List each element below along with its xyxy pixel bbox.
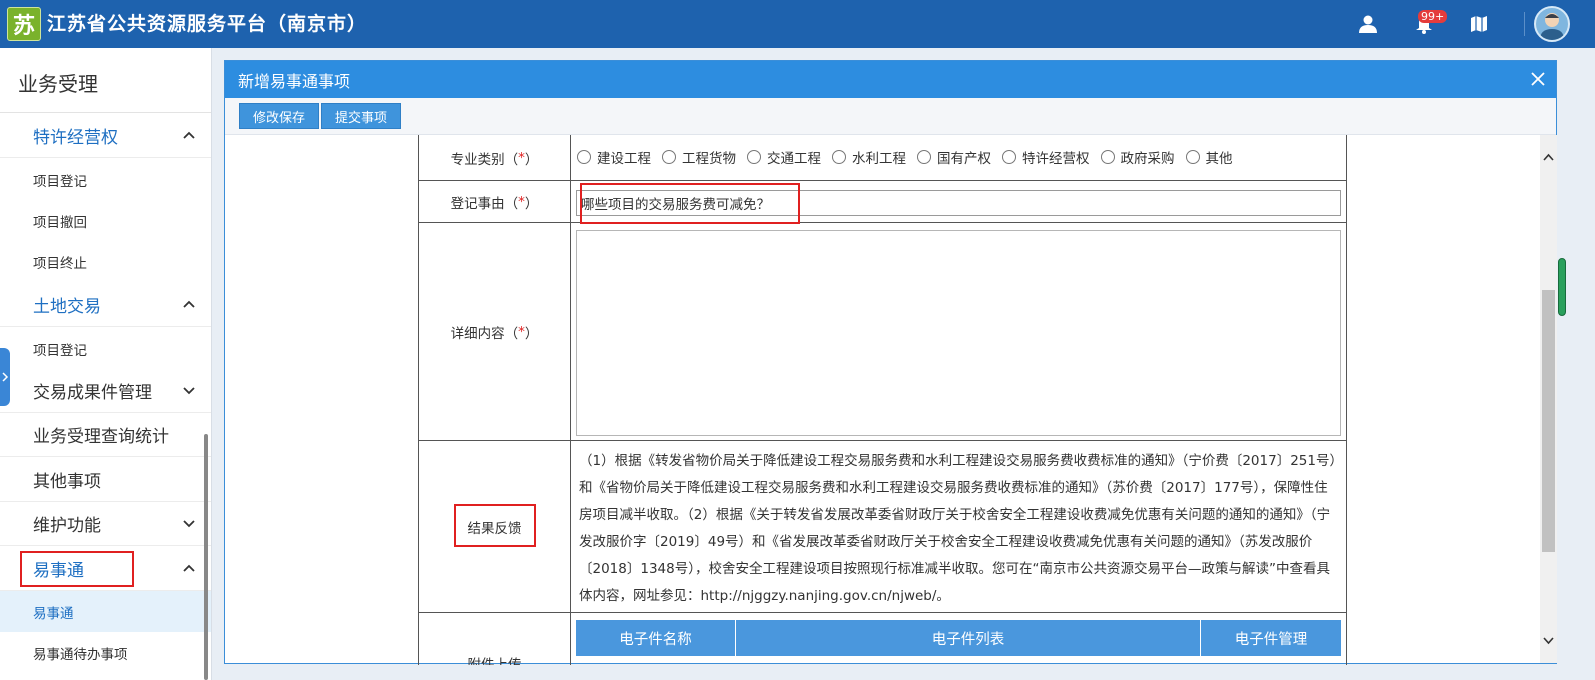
dialog-header: 新增易事通事项 [225,61,1556,98]
radio-traffic[interactable]: 交通工程 [747,147,821,167]
dialog: 新增易事通事项 修改保存 提交事项 专业类别（ *） 建设工程 工程货物 交通工程… [224,60,1557,665]
sidebar-item-franchise-register[interactable]: 项目登记 [0,159,211,200]
column-header: 电子件名称 [576,620,736,656]
sidebar-group-label: 特许经营权 [33,128,118,148]
save-button[interactable]: 修改保存 [239,103,319,129]
detail-label: 详细内容（ *） [419,223,571,440]
radio-circle[interactable] [662,150,676,164]
radio-construction[interactable]: 建设工程 [577,147,651,167]
highlight-box [454,504,536,547]
sidebar-item-franchise-withdraw[interactable]: 项目撤回 [0,200,211,241]
avatar[interactable] [1534,6,1570,42]
scrollbar-thumb[interactable] [1542,290,1555,552]
topbar-divider [1524,12,1525,36]
sidebar-group-results[interactable]: 交易成果件管理 [0,369,211,413]
notification-badge: 99+ [1418,10,1448,23]
sidebar-toggle[interactable] [0,348,10,406]
sidebar-group-label: 土地交易 [33,297,101,317]
sidebar-item-land-register[interactable]: 项目登记 [0,328,211,369]
sidebar-group-label: 维护功能 [33,516,101,536]
radio-circle[interactable] [1185,150,1200,164]
radio-circle[interactable] [917,150,931,164]
sidebar-divider [0,112,211,113]
feedback-row: 结果反馈 （1）根据《转发省物价局关于降低建设工程交易服务费和水利工程建设交易服… [419,441,1346,613]
page-scrollbar-thumb[interactable] [1558,258,1566,316]
radio-circle[interactable] [747,150,761,164]
radio-circle[interactable] [832,150,846,164]
radio-water[interactable]: 水利工程 [832,147,906,167]
sidebar-title: 业务受理 [18,72,98,96]
chevron-up-icon [183,300,195,308]
scroll-up-icon[interactable] [1541,150,1556,165]
sidebar-item-yishitong-todo[interactable]: 易事通待办事项 [0,632,211,673]
sidebar-scrollbar[interactable] [204,434,208,680]
dialog-toolbar: 修改保存 提交事项 [225,98,1556,135]
sidebar-item-franchise-terminate[interactable]: 项目终止 [0,241,211,282]
user-icon[interactable] [1356,12,1380,36]
feedback-text: （1）根据《转发省物价局关于降低建设工程交易服务费和水利工程建设交易服务费收费标… [579,453,1337,604]
radio-circle[interactable] [1002,150,1016,164]
app-title: 江苏省公共资源服务平台（南京市） [47,13,368,35]
sidebar-item-label: 其他事项 [33,472,101,492]
category-radio-group: 建设工程 工程货物 交通工程 水利工程 国有产权 特许经营权 政府采购 其他 [577,147,1244,167]
reason-label: 登记事由（ *） [419,181,571,222]
category-label: 专业类别（ *） [419,135,571,180]
radio-procurement[interactable]: 政府采购 [1100,147,1175,167]
highlight-box [580,183,800,224]
chevron-up-icon [183,564,195,572]
column-header: 电子件列表 [736,620,1201,656]
chevron-up-icon [183,131,195,139]
sidebar-group-franchise[interactable]: 特许经营权 [0,114,211,158]
sidebar-group-label: 交易成果件管理 [33,383,152,403]
chevron-down-icon [183,387,195,395]
close-icon[interactable] [1528,69,1548,89]
submit-button[interactable]: 提交事项 [321,103,401,129]
detail-row: 详细内容（ *） [419,223,1346,441]
radio-goods[interactable]: 工程货物 [662,147,736,167]
category-row: 专业类别（ *） 建设工程 工程货物 交通工程 水利工程 国有产权 特许经营权 政… [419,135,1346,181]
attachment-row: 附件上传 电子件名称 电子件列表 电子件管理 [419,613,1346,665]
highlight-box [20,551,134,587]
sidebar-item-label: 业务受理查询统计 [33,427,169,447]
radio-franchise[interactable]: 特许经营权 [1002,147,1090,167]
sidebar-item-yishitong[interactable]: 易事通 [0,591,211,632]
sidebar-item-other[interactable]: 其他事项 [0,458,211,502]
scroll-down-icon[interactable] [1541,633,1556,648]
radio-circle[interactable] [577,150,591,164]
attachment-table-header: 电子件名称 电子件列表 电子件管理 [576,620,1341,656]
chevron-down-icon [183,520,195,528]
reason-row: 登记事由（ *） 哪些项目的交易服务费可减免？ [419,181,1346,223]
radio-state-property[interactable]: 国有产权 [917,147,991,167]
sidebar-group-land[interactable]: 土地交易 [0,283,211,327]
detail-textarea[interactable] [576,230,1341,436]
column-header: 电子件管理 [1201,620,1341,656]
sidebar: 业务受理 特许经营权 项目登记 项目撤回 项目终止 土地交易 项目登记 交易成果… [0,48,212,680]
sidebar-item-stats[interactable]: 业务受理查询统计 [0,413,211,457]
radio-circle[interactable] [1100,150,1115,164]
app-logo: 苏 [7,7,41,41]
sidebar-group-maintenance[interactable]: 维护功能 [0,502,211,546]
radio-other[interactable]: 其他 [1185,147,1233,167]
form-table: 专业类别（ *） 建设工程 工程货物 交通工程 水利工程 国有产权 特许经营权 政… [418,135,1347,665]
top-bar: 苏 江苏省公共资源服务平台（南京市） 99+ [0,0,1595,48]
map-icon[interactable] [1467,12,1491,36]
attachment-label: 附件上传 [419,613,571,665]
dialog-title: 新增易事通事项 [238,71,351,91]
